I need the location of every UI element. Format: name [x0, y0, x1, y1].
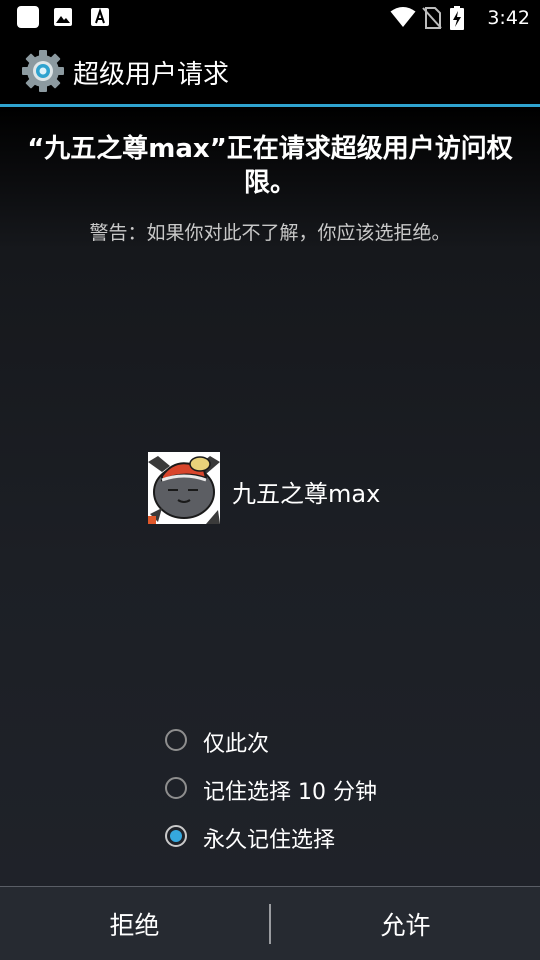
font-a-icon: [90, 7, 110, 31]
option-label: 仅此次: [203, 732, 270, 757]
option-once[interactable]: 仅此次: [165, 722, 465, 762]
image-icon: [53, 7, 73, 31]
option-label: 记住选择 10 分钟: [203, 780, 377, 805]
allow-button[interactable]: 允许: [271, 887, 540, 960]
radio-selected-dot: [170, 830, 182, 842]
title-divider: [0, 104, 540, 107]
superuser-request-screen: 3:42 超级用户请求 “九五之尊max”正在请求超级用户访问权限。 警告：如果…: [0, 0, 540, 960]
wifi-icon: [390, 6, 416, 32]
no-sim-icon: [422, 7, 442, 33]
gear-icon: [20, 48, 66, 94]
title-bar: 超级用户请求: [0, 36, 540, 106]
cat-avatar-icon: [148, 452, 220, 524]
radio-button[interactable]: [165, 729, 187, 751]
request-warning: 警告：如果你对此不了解，你应该选拒绝。: [89, 222, 451, 244]
notification-square-icon: [16, 5, 40, 33]
option-label: 永久记住选择: [203, 828, 336, 853]
request-headline: “九五之尊max”正在请求超级用户访问权限。: [27, 134, 513, 198]
battery-charging-icon: [450, 6, 464, 34]
clock-time: 3:42: [487, 7, 530, 29]
radio-button[interactable]: [165, 777, 187, 799]
radio-button-checked[interactable]: [165, 825, 187, 847]
status-bar: 3:42: [0, 0, 540, 36]
option-10-minutes[interactable]: 记住选择 10 分钟: [165, 770, 465, 810]
app-name: 九五之尊max: [232, 480, 381, 508]
option-forever[interactable]: 永久记住选择: [165, 818, 465, 858]
deny-button[interactable]: 拒绝: [0, 887, 269, 960]
system-icons: 3:42: [390, 5, 530, 31]
button-bar: 拒绝 允许: [0, 886, 540, 960]
page-title: 超级用户请求: [73, 60, 230, 90]
